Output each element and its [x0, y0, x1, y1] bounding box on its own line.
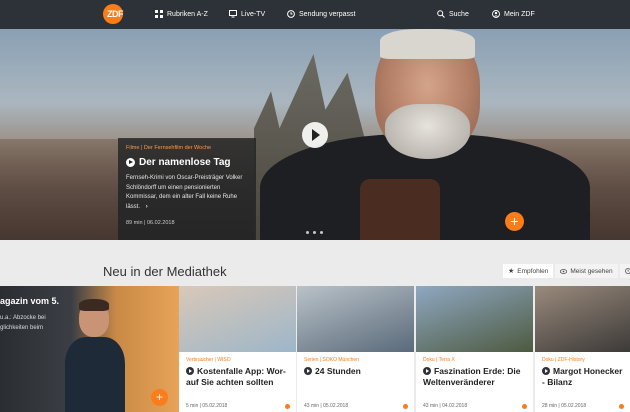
clock-icon — [624, 268, 630, 274]
video-card[interactable]: Doku | ZDF-History Margot Honecker - Bil… — [535, 286, 630, 412]
user-icon — [492, 10, 500, 18]
search-icon — [437, 10, 445, 18]
hero-title-text: Der namenlose Tag — [139, 157, 231, 168]
card-meta: 5 min | 05.02.2018 — [186, 403, 228, 409]
tv-icon — [229, 10, 237, 18]
play-icon — [126, 158, 135, 167]
hero-add-to-list-button[interactable]: + — [505, 212, 524, 231]
hero-stage[interactable]: Filme | Der Fernsehfilm der Woche Der na… — [0, 29, 630, 240]
play-icon — [304, 367, 312, 375]
eye-icon — [560, 268, 568, 274]
play-icon — [423, 367, 431, 375]
card-kicker: Doku | ZDF-History — [542, 357, 585, 363]
clock-icon — [287, 10, 295, 18]
nav-sendung-verpasst[interactable]: Sendung verpasst — [287, 10, 355, 18]
video-card[interactable]: Doku | Terra X Faszination Erde: Die Wel… — [416, 286, 533, 412]
tab-meist-gesehen[interactable]: Meist gesehen — [555, 264, 618, 278]
top-navigation-bar: ZDF Rubriken A-Z Live-TV Sendung verpass… — [0, 0, 630, 29]
section-title: Neu in der Mediathek — [103, 264, 227, 279]
play-icon — [542, 367, 550, 375]
card-meta: 43 min | 05.02.2018 — [304, 403, 349, 409]
hero-title[interactable]: Der namenlose Tag — [126, 157, 248, 168]
card-thumbnail — [297, 286, 414, 352]
card-add-dot[interactable] — [285, 404, 290, 409]
card-meta: 43 min | 04.02.2018 — [423, 403, 468, 409]
zdf-logo[interactable]: ZDF — [103, 4, 134, 24]
video-card[interactable]: Serien | SOKO München 24 Stunden 43 min … — [297, 286, 414, 412]
hero-play-button[interactable] — [302, 122, 328, 148]
card-kicker: Doku | Terra X — [423, 357, 455, 363]
nav-live-tv[interactable]: Live-TV — [229, 10, 265, 18]
card-thumbnail — [535, 286, 630, 352]
carousel-dot[interactable] — [306, 231, 309, 234]
content-rail: Verbraucher | WISO Kostenfalle App: Wor-… — [0, 286, 630, 412]
tab-neueste[interactable]: Ne — [619, 264, 630, 278]
card-thumbnail — [179, 286, 296, 352]
card-title: Kostenfalle App: Wor-auf Sie achten soll… — [186, 366, 286, 387]
star-icon: ★ — [508, 268, 515, 275]
logo-text: ZDF — [107, 9, 124, 19]
hero-actor-image — [260, 29, 590, 240]
hero-teaser-box[interactable]: Filme | Der Fernsehfilm der Woche Der na… — [118, 138, 256, 240]
video-card[interactable]: Verbraucher | WISO Kostenfalle App: Wor-… — [179, 286, 296, 412]
hero-description: Fernseh-Krimi von Oscar-Preisträger Volk… — [126, 175, 243, 210]
carousel-pagination — [306, 231, 323, 234]
section-tabs: ★ Empfohlen Meist gesehen Ne — [503, 264, 630, 278]
nav-suche[interactable]: Suche — [437, 10, 469, 18]
nav-mein-zdf[interactable]: Mein ZDF — [492, 10, 535, 18]
card-title: 24 Stunden — [304, 366, 407, 377]
card-thumbnail — [416, 286, 533, 352]
card-meta: 28 min | 05.02.2018 — [542, 403, 587, 409]
nav-rubriken[interactable]: Rubriken A-Z — [155, 10, 208, 18]
hero-kicker: Filme | Der Fernsehfilm der Woche — [126, 145, 212, 151]
nav-rubriken-label: Rubriken A-Z — [167, 10, 208, 18]
nav-mein-zdf-label: Mein ZDF — [504, 10, 535, 18]
card-add-dot[interactable] — [403, 404, 408, 409]
carousel-dot[interactable] — [320, 231, 323, 234]
card-title: Faszination Erde: Die Weltenveränderer — [423, 366, 521, 387]
nav-suche-label: Suche — [449, 10, 469, 18]
card-kicker: Verbraucher | WISO — [186, 357, 231, 363]
more-arrow-icon[interactable]: › — [146, 204, 148, 210]
card-kicker: Serien | SOKO München — [304, 357, 359, 363]
nav-sendung-verpasst-label: Sendung verpasst — [299, 10, 356, 18]
tab-empfohlen[interactable]: ★ Empfohlen — [503, 264, 554, 278]
play-icon — [186, 367, 194, 375]
nav-live-tv-label: Live-TV — [241, 10, 266, 18]
hero-meta: 89 min | 06.02.2018 — [126, 220, 175, 226]
carousel-dot[interactable] — [313, 231, 316, 234]
card-add-dot[interactable] — [522, 404, 527, 409]
card-title: Margot Honecker - Bilanz — [542, 366, 623, 387]
card-add-dot[interactable] — [619, 404, 624, 409]
grid-icon — [155, 10, 163, 18]
